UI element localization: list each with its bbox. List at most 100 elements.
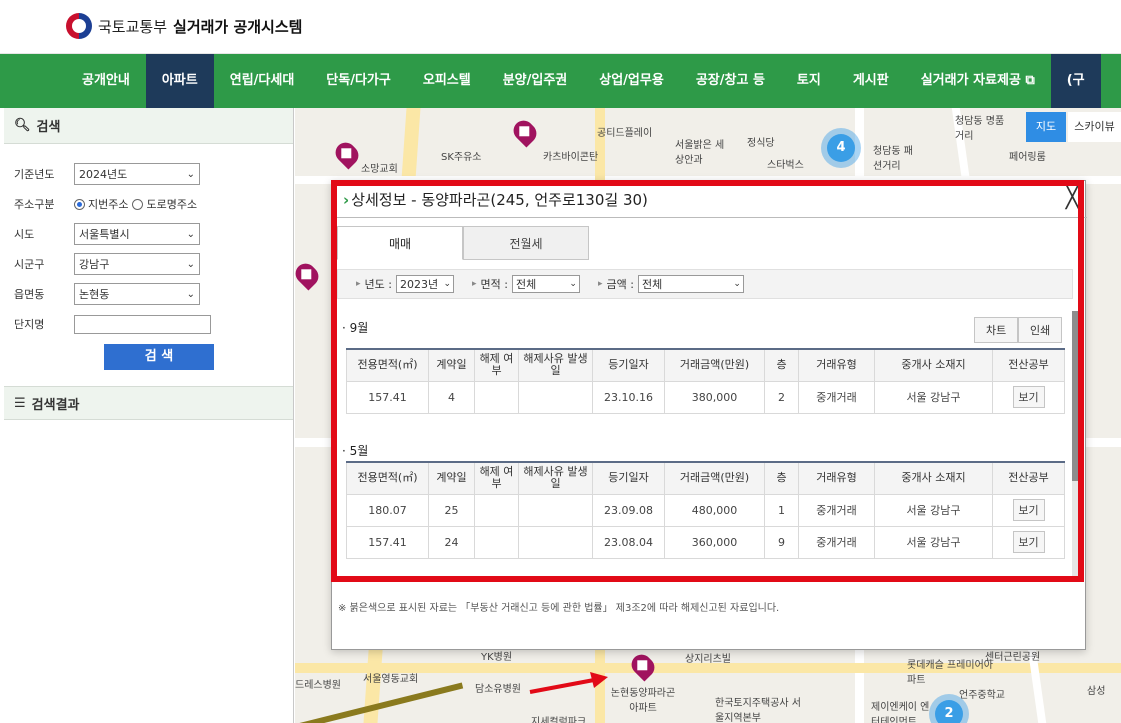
column-header: 전용면적(㎡)	[346, 348, 429, 382]
dong-select[interactable]: 논현동 ⌄	[74, 283, 200, 305]
chevron-down-icon: ⌄	[186, 228, 195, 240]
column-header: 등기일자	[592, 461, 665, 495]
modal-scrollbar[interactable]	[1072, 311, 1078, 576]
sigungu-select[interactable]: 강남구 ⌄	[74, 253, 200, 275]
nav-item-factory[interactable]: 공장/창고 등	[680, 54, 781, 108]
transaction-table: 전용면적(㎡) 계약일 해제 여부 해제사유 발생일 등기일자 거래금액(만원)…	[346, 461, 1065, 559]
column-header: 해제 여부	[474, 348, 519, 382]
footnote: ※ 붉은색으로 표시된 자료는 「부동산 거래신고 등에 관한 법률」 제3조2…	[338, 603, 780, 614]
road-address-radio[interactable]: 도로명주소	[132, 196, 197, 212]
results-header: ☰ 검색결과	[4, 386, 293, 420]
nav-item-commercial[interactable]: 상업/업무용	[583, 54, 680, 108]
nav-item-data[interactable]: 실거래가 자료제공 ⧉	[905, 54, 1051, 108]
search-button[interactable]: 검 색	[104, 344, 214, 370]
column-header: 전용면적(㎡)	[346, 461, 429, 495]
modal-tabs: 매매 전월세	[337, 226, 589, 260]
skyview-button[interactable]: 스카이뷰	[1068, 112, 1121, 142]
nav-item-board[interactable]: 게시판	[837, 54, 905, 108]
column-header: 등기일자	[592, 348, 665, 382]
poi-label: 논현동양파라곤 아파트	[610, 688, 676, 714]
poi-label: 청담동 패션거리	[873, 146, 913, 172]
poi-label: 한국토지주택공사 서울지역본부	[715, 698, 801, 723]
table-row: 157.41 24 23.08.04 360,000 9 중개거래 서울 강남구…	[346, 525, 1065, 559]
price-filter-label: 금액 :	[606, 278, 634, 291]
view-button[interactable]: 보기	[1012, 531, 1045, 553]
column-header: 해제사유 발생일	[518, 461, 593, 495]
area-filter-select[interactable]: 전체 ⌄	[511, 275, 580, 293]
column-header: 거래유형	[798, 348, 875, 382]
column-header: 해제사유 발생일	[518, 348, 593, 382]
table-header-row: 전용면적(㎡) 계약일 해제 여부 해제사유 발생일 등기일자 거래금액(만원)…	[346, 348, 1065, 382]
area-filter-label: 면적 :	[480, 278, 508, 291]
year-select[interactable]: 2024년도 ⌄	[74, 163, 200, 185]
poi-label: 카츠바이콘탄	[543, 152, 599, 163]
column-header: 전산공부	[992, 461, 1065, 495]
map-pin-icon[interactable]	[331, 138, 363, 170]
nav-item-detached[interactable]: 단독/다가구	[310, 54, 407, 108]
map-cluster[interactable]: 4	[821, 128, 861, 168]
table-row: 157.41 4 23.10.16 380,000 2 중개거래 서울 강남구 …	[346, 380, 1065, 414]
address-type-label: 주소구분	[14, 198, 55, 211]
search-panel-title: 검색	[36, 120, 61, 135]
poi-label: 드레스병원	[295, 680, 341, 691]
chevron-down-icon: ⌄	[733, 279, 741, 289]
poi-label: 삼성	[1087, 686, 1106, 697]
transaction-table: 전용면적(㎡) 계약일 해제 여부 해제사유 발생일 등기일자 거래금액(만원)…	[346, 348, 1065, 414]
poi-label: 공티드플레이	[597, 128, 653, 139]
modal-title-text: 상세정보 - 동양파라곤(245, 언주로130길 30)	[351, 191, 648, 209]
triangle-right-icon: ▸	[597, 279, 603, 289]
view-button[interactable]: 보기	[1012, 386, 1045, 408]
triangle-right-icon: ▸	[471, 279, 477, 289]
chevron-down-icon: ⌄	[186, 168, 195, 180]
close-icon[interactable]: ╳	[1066, 185, 1079, 210]
detail-modal: › 상세정보 - 동양파라곤(245, 언주로130길 30) ╳ 매매 전월세…	[331, 180, 1087, 650]
complex-name-input[interactable]	[74, 314, 211, 334]
list-icon: ☰	[14, 395, 26, 411]
poi-label: SK주유소	[441, 152, 482, 163]
poi-label: 소망교회	[361, 164, 398, 175]
print-button[interactable]: 인쇄	[1018, 317, 1063, 343]
year-filter-label: 년도 :	[364, 278, 392, 291]
column-header: 중개사 소재지	[874, 461, 993, 495]
poi-label: 제이엔케이 엔터테인먼트	[871, 702, 930, 723]
table-row: 180.07 25 23.09.08 480,000 1 중개거래 서울 강남구…	[346, 493, 1065, 527]
map-view-button[interactable]: 지도	[1026, 112, 1066, 142]
column-header: 거래금액(만원)	[664, 461, 765, 495]
nav-item-apartment[interactable]: 아파트	[145, 54, 214, 108]
nav-item-land[interactable]: 토지	[781, 54, 837, 108]
poi-label: 서울영동교회	[363, 674, 419, 685]
column-header: 중개사 소재지	[874, 348, 993, 382]
site-logo[interactable]: 국토교통부 실거래가 공개시스템	[66, 13, 302, 39]
lot-address-radio[interactable]: 지번주소	[74, 196, 128, 212]
column-header: 층	[764, 461, 799, 495]
sido-select[interactable]: 서울특별시 ⌄	[74, 223, 200, 245]
column-header: 계약일	[428, 461, 475, 495]
chevron-down-icon: ⌄	[186, 258, 195, 270]
main-nav: 공개안내 아파트 연립/다세대 단독/다가구 오피스텔 분양/입주권 상업/업무…	[0, 54, 1121, 108]
nav-item-rowhouse[interactable]: 연립/다세대	[214, 54, 311, 108]
search-form: 기준년도 2024년도 ⌄ 주소구분 지번주소 도로명주소 시도 서울특별시 ⌄ 시…	[4, 144, 293, 370]
annotation-arrow-icon	[529, 672, 608, 694]
nav-item-guide[interactable]: 공개안내	[66, 54, 146, 108]
price-filter-select[interactable]: 전체 ⌄	[637, 275, 744, 293]
map-pin-icon[interactable]	[295, 259, 323, 291]
search-panel: 🔍︎ 검색 기준년도 2024년도 ⌄ 주소구분 지번주소 도로명주소 시도 서울…	[4, 108, 294, 723]
site-header: 국토교통부 실거래가 공개시스템	[0, 0, 1121, 54]
map-pin-icon[interactable]	[509, 116, 541, 148]
chevron-right-icon: ›	[343, 190, 350, 209]
map-pin-icon[interactable]	[627, 650, 659, 682]
nav-item-presale[interactable]: 분양/입주권	[487, 54, 584, 108]
chevron-down-icon: ⌄	[186, 288, 195, 300]
tab-rent[interactable]: 전월세	[463, 226, 589, 260]
column-header: 층	[764, 348, 799, 382]
year-label: 기준년도	[14, 168, 55, 181]
month-heading: · 9월	[342, 321, 369, 335]
chart-button[interactable]: 차트	[974, 317, 1019, 343]
nav-item-officetel[interactable]: 오피스텔	[407, 54, 487, 108]
nav-item-old[interactable]: (구	[1050, 54, 1101, 108]
modal-divider	[332, 217, 1087, 218]
year-filter-select[interactable]: 2023년 ⌄	[395, 275, 454, 293]
column-header: 해제 여부	[474, 461, 519, 495]
view-button[interactable]: 보기	[1012, 499, 1045, 521]
tab-sale[interactable]: 매매	[337, 226, 463, 260]
